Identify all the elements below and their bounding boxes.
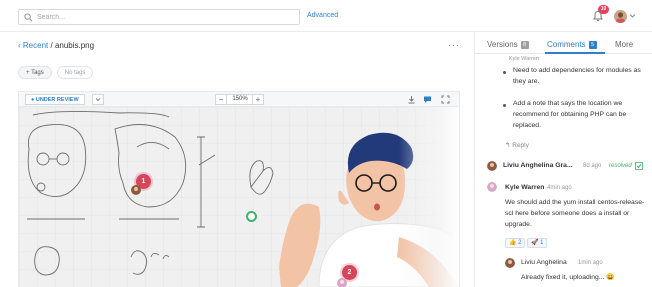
image-canvas[interactable]: 1 2 [18,107,460,287]
previous-comment-author: Kyle Warren [509,56,540,62]
artwork-image [19,107,459,287]
add-tags-button[interactable]: + Tags [18,66,52,79]
zoom-in-button[interactable]: + [252,94,264,105]
comments-list: Kyle Warren Need to add dependencies for… [475,54,652,287]
top-bar: Advanced 10 [0,0,652,32]
zoom-out-button[interactable]: − [215,94,227,105]
avatar [505,258,515,268]
chevron-down-icon[interactable] [629,12,636,19]
tab-badge: 8 [520,41,529,49]
breadcrumb-recent[interactable]: Recent [23,41,48,50]
main-area: ‹ Recent / anubis.png ··· + Tags No tags… [0,32,474,287]
side-panel: Versions 8 Comments 5 More Kyle Warren Nee… [474,32,652,287]
tab-label: Versions [487,40,518,49]
notification-badge: 10 [598,5,609,14]
breadcrumb: ‹ Recent / anubis.png [18,41,94,50]
search-input[interactable] [37,12,292,23]
resolved-status: resolved [609,163,632,169]
resolved-pin[interactable] [246,211,257,222]
comment-time: 4min ago [547,185,572,191]
list-item: Add a note that says the location we rec… [513,100,627,129]
reply-time: 1min ago [578,260,603,266]
fullscreen-icon[interactable] [441,95,450,104]
reaction-rocket[interactable]: 🚀 1 [527,238,548,248]
resolved-comment-row[interactable]: Liviu Anghelina Gra... 8d ago resolved [487,160,647,174]
breadcrumb-separator: / [48,41,55,50]
avatar [487,161,497,171]
tags-row: + Tags No tags [18,66,94,79]
user-avatar[interactable] [614,10,627,23]
status-dropdown-caret[interactable] [92,94,104,105]
search-box[interactable] [18,9,300,25]
comment-time: 8d ago [583,163,602,169]
tab-versions[interactable]: Versions 8 [487,40,529,49]
reply-author: Liviu Anghelina [521,259,567,266]
list-item: Need to add dependencies for modules as … [513,67,641,85]
list-bullet [503,71,506,74]
tab-more[interactable]: More [615,40,633,49]
image-toolbar: ● UNDER REVIEW − 150% + [18,91,460,107]
search-icon [24,13,33,22]
back-link[interactable]: ‹ [18,41,21,50]
more-options-button[interactable]: ··· [448,40,460,50]
no-tags-label: No tags [56,66,94,79]
list-bullet [503,104,506,107]
avatar [487,182,497,192]
check-icon [635,162,643,170]
breadcrumb-current: anubis.png [54,41,95,50]
panel-tabs: Versions 8 Comments 5 More [475,32,652,54]
reply-text: Already fixed it, uploading... 😀 [521,274,615,281]
comment-author: Kyle Warren [505,184,545,191]
comment-icon[interactable] [423,95,432,104]
tab-comments[interactable]: Comments 5 [547,40,597,49]
tab-badge: 5 [588,41,597,49]
chevron-down-icon [95,98,101,102]
tab-label: Comments [547,40,586,49]
advanced-search-link[interactable]: Advanced [307,12,338,19]
download-icon[interactable] [407,95,416,104]
status-dropdown[interactable]: ● UNDER REVIEW [25,94,85,105]
zoom-level: 150% [227,94,253,105]
reply-button[interactable]: ↰ Reply [505,141,529,149]
reaction-thumbs-up[interactable]: 👍 2 [505,238,526,248]
comment-text: We should add the yum install centos-rel… [505,199,645,228]
pin-avatar [337,278,347,287]
pin-avatar [131,185,141,195]
comment-author: Liviu Anghelina Gra... [503,162,573,169]
